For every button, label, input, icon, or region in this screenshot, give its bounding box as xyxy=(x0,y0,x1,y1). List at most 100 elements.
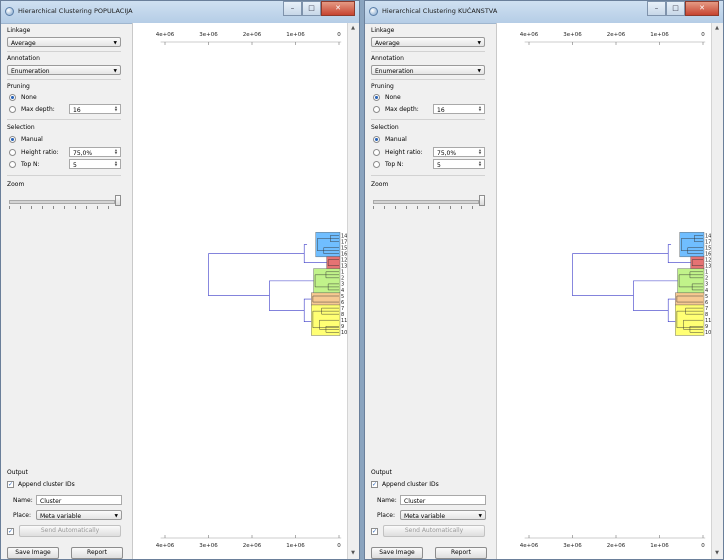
send-automatically-checkbox[interactable]: ✓ xyxy=(7,528,14,535)
annotation-select[interactable]: Enumeration ▼ xyxy=(371,65,485,75)
spin-arrows-icon[interactable]: ▲ ▼ xyxy=(477,160,483,167)
pruning-max-depth-radio[interactable] xyxy=(373,106,380,113)
scroll-down-icon[interactable]: ▼ xyxy=(348,548,358,559)
selection-manual-radio[interactable] xyxy=(373,136,380,143)
scroll-up-icon[interactable]: ▲ xyxy=(348,23,358,34)
vertical-scrollbar[interactable]: ▲ ▼ xyxy=(347,23,359,559)
bottom-axis-tick-label: 2e+06 xyxy=(607,543,626,549)
linkage-select[interactable]: Average ▼ xyxy=(7,37,121,47)
dendrogram-view[interactable]: 4e+06 3e+06 2e+06 1e+06 0 4e+06 3e+06 2e+06 1e+0… xyxy=(132,23,359,559)
max-depth-value: 16 xyxy=(73,106,81,114)
annotation-value: Enumeration xyxy=(11,67,50,75)
top-n-spinbox[interactable]: 5 ▲ ▼ xyxy=(69,159,121,169)
pruning-none-label: None xyxy=(385,94,401,101)
selection-height-ratio-radio[interactable] xyxy=(9,149,16,156)
bottom-axis-tick-label: 1e+06 xyxy=(650,543,669,549)
divider xyxy=(7,79,121,80)
scroll-up-icon[interactable]: ▲ xyxy=(712,23,722,34)
send-automatically-button[interactable]: Send Automatically xyxy=(383,525,485,537)
dendrogram-view[interactable]: 4e+06 3e+06 2e+06 1e+06 0 4e+06 3e+06 2e+06 1e+0… xyxy=(496,23,723,559)
divider xyxy=(371,79,485,80)
selection-height-ratio-radio[interactable] xyxy=(373,149,380,156)
bottom-axis-tick-label: 2e+06 xyxy=(243,543,262,549)
height-ratio-value: 75,0% xyxy=(437,149,457,157)
send-automatically-button[interactable]: Send Automatically xyxy=(19,525,121,537)
linkage-value: Average xyxy=(11,39,36,47)
spin-arrows-icon[interactable]: ▲ ▼ xyxy=(113,148,119,155)
spin-arrows-icon[interactable]: ▲ ▼ xyxy=(113,160,119,167)
report-button[interactable]: Report xyxy=(435,547,487,559)
name-label: Name: xyxy=(13,497,33,504)
top-axis-tick-label: 1e+06 xyxy=(286,32,305,38)
zoom-slider-handle[interactable] xyxy=(479,195,485,206)
spin-arrows-icon[interactable]: ▲ ▼ xyxy=(113,105,119,112)
close-button[interactable]: ✕ xyxy=(321,1,355,16)
place-label: Place: xyxy=(13,512,31,519)
append-cluster-ids-checkbox[interactable]: ✓ xyxy=(371,481,378,488)
report-button[interactable]: Report xyxy=(71,547,123,559)
top-axis-tick-label: 2e+06 xyxy=(607,32,626,38)
append-cluster-ids-label: Append cluster IDs xyxy=(382,481,439,488)
max-depth-spinbox[interactable]: 16 ▲ ▼ xyxy=(433,104,485,114)
dendrogram-svg[interactable]: 4e+06 3e+06 2e+06 1e+06 0 4e+06 3e+06 2e+06 1e+0… xyxy=(133,23,360,560)
selection-manual-radio[interactable] xyxy=(9,136,16,143)
close-button[interactable]: ✕ xyxy=(685,1,719,16)
selection-top-n-radio[interactable] xyxy=(9,161,16,168)
top-n-label: Top N: xyxy=(21,161,40,168)
spin-arrows-icon[interactable]: ▲ ▼ xyxy=(477,148,483,155)
minimize-button[interactable]: – xyxy=(647,1,666,16)
cluster-green-box xyxy=(677,268,705,294)
save-image-button[interactable]: Save Image xyxy=(7,547,59,559)
pruning-none-radio[interactable] xyxy=(9,94,16,101)
max-depth-spinbox[interactable]: 16 ▲ ▼ xyxy=(69,104,121,114)
cluster-green-box xyxy=(313,268,341,294)
cluster-name-value: Cluster xyxy=(40,497,62,505)
top-axis-tick-label: 1e+06 xyxy=(650,32,669,38)
window-titlebar[interactable]: Hierarchical Clustering POPULACIJA – □ ✕ xyxy=(1,1,359,24)
height-ratio-spinbox[interactable]: 75,0% ▲ ▼ xyxy=(69,147,121,157)
zoom-slider-ticks xyxy=(373,206,479,209)
zoom-slider-track[interactable] xyxy=(9,200,115,204)
pruning-max-depth-radio[interactable] xyxy=(9,106,16,113)
pruning-none-radio[interactable] xyxy=(373,94,380,101)
top-n-value: 5 xyxy=(437,161,441,169)
zoom-label: Zoom xyxy=(371,181,389,188)
append-cluster-ids-checkbox[interactable]: ✓ xyxy=(7,481,14,488)
height-ratio-value: 75,0% xyxy=(73,149,93,157)
place-select[interactable]: Meta variable ▼ xyxy=(36,510,122,520)
linkage-select[interactable]: Average ▼ xyxy=(371,37,485,47)
selection-manual-label: Manual xyxy=(21,136,43,143)
place-value: Meta variable xyxy=(404,512,446,520)
height-ratio-spinbox[interactable]: 75,0% ▲ ▼ xyxy=(433,147,485,157)
maximize-button[interactable]: □ xyxy=(302,1,321,16)
bottom-axis-tick-label: 4e+06 xyxy=(520,543,539,549)
divider xyxy=(371,119,485,120)
minimize-button[interactable]: – xyxy=(283,1,302,16)
max-depth-label: Max depth: xyxy=(21,106,55,113)
selection-top-n-radio[interactable] xyxy=(373,161,380,168)
chevron-down-icon: ▼ xyxy=(477,40,481,46)
vertical-scrollbar[interactable]: ▲ ▼ xyxy=(711,23,723,559)
zoom-slider-track[interactable] xyxy=(373,200,479,204)
annotation-value: Enumeration xyxy=(375,67,414,75)
zoom-slider-ticks xyxy=(9,206,115,209)
place-select[interactable]: Meta variable ▼ xyxy=(400,510,486,520)
send-automatically-checkbox[interactable]: ✓ xyxy=(371,528,378,535)
cluster-name-input[interactable]: Cluster xyxy=(36,495,122,505)
zoom-slider[interactable] xyxy=(9,195,121,209)
dendrogram-link xyxy=(633,280,678,311)
save-image-button[interactable]: Save Image xyxy=(371,547,423,559)
cluster-orange-box xyxy=(311,292,341,306)
maximize-button[interactable]: □ xyxy=(666,1,685,16)
scroll-down-icon[interactable]: ▼ xyxy=(712,548,722,559)
zoom-slider[interactable] xyxy=(373,195,485,209)
top-n-spinbox[interactable]: 5 ▲ ▼ xyxy=(433,159,485,169)
zoom-slider-handle[interactable] xyxy=(115,195,121,206)
cluster-name-input[interactable]: Cluster xyxy=(400,495,486,505)
window-titlebar[interactable]: Hierarchical Clustering KUĆANSTVA – □ ✕ xyxy=(365,1,723,24)
dendrogram-svg[interactable]: 4e+06 3e+06 2e+06 1e+06 0 4e+06 3e+06 2e+06 1e+0… xyxy=(497,23,724,560)
annotation-label: Annotation xyxy=(7,55,40,62)
annotation-select[interactable]: Enumeration ▼ xyxy=(7,65,121,75)
spin-arrows-icon[interactable]: ▲ ▼ xyxy=(477,105,483,112)
cluster-red-box xyxy=(326,256,341,270)
